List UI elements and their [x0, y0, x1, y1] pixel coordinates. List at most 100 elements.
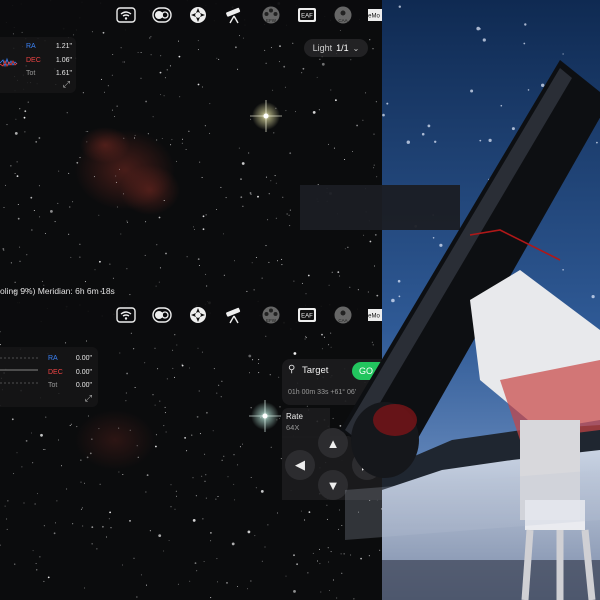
- star: [242, 205, 244, 207]
- star: [145, 491, 147, 493]
- star: [235, 46, 237, 49]
- star: [216, 392, 218, 394]
- star: [249, 192, 252, 194]
- star: [96, 548, 98, 550]
- ra-value: 1.21": [55, 43, 72, 50]
- expand-icon[interactable]: ⤢: [63, 79, 70, 90]
- star: [58, 439, 59, 441]
- star: [17, 217, 20, 220]
- star: [38, 185, 40, 187]
- star: [44, 449, 46, 450]
- star: [54, 221, 56, 223]
- star: [152, 394, 154, 396]
- wifi-icon[interactable]: [116, 5, 136, 25]
- star: [276, 419, 278, 421]
- efw-icon[interactable]: EFW: [261, 305, 281, 325]
- star: [122, 474, 124, 475]
- star: [209, 132, 211, 134]
- star: [98, 428, 100, 430]
- star: [264, 546, 266, 548]
- star: [171, 139, 173, 141]
- star: [80, 508, 82, 510]
- star: [155, 434, 157, 436]
- star: [234, 499, 236, 501]
- telescope-icon[interactable]: [224, 5, 244, 25]
- star: [254, 535, 256, 537]
- star: [181, 364, 184, 367]
- star: [156, 244, 158, 246]
- star: [255, 487, 257, 489]
- star: [91, 438, 93, 440]
- star: [6, 124, 8, 126]
- wifi-icon[interactable]: [116, 305, 136, 325]
- star: [163, 425, 165, 427]
- star: [10, 262, 12, 264]
- star: [145, 221, 147, 223]
- star: [40, 433, 43, 437]
- star: [265, 245, 267, 247]
- power-icon[interactable]: [152, 305, 172, 325]
- star: [221, 459, 223, 461]
- star: [149, 37, 151, 39]
- star: [196, 570, 198, 572]
- star: [42, 449, 44, 450]
- star: [264, 49, 266, 51]
- star: [199, 161, 201, 163]
- star: [73, 34, 75, 36]
- star: [76, 426, 78, 428]
- star: [72, 523, 74, 525]
- guide-graph-panel[interactable]: RA 1.21" DEC 1.06" Tot 1.61" ⤢: [0, 37, 76, 93]
- star: [240, 196, 243, 199]
- star: [270, 446, 272, 448]
- guide-graph-panel[interactable]: RA 0.00" DEC 0.00" Tot 0.00" ⤢: [0, 347, 98, 407]
- star: [197, 258, 200, 260]
- star: [261, 560, 263, 562]
- star: [286, 213, 288, 215]
- star: [109, 263, 111, 265]
- star: [109, 511, 111, 514]
- star: [210, 540, 212, 542]
- star: [250, 580, 252, 582]
- power-icon[interactable]: [152, 5, 172, 25]
- star: [36, 569, 38, 571]
- star: [206, 285, 208, 287]
- star: [210, 597, 212, 599]
- star: [156, 139, 158, 141]
- star: [275, 217, 277, 219]
- guide-icon[interactable]: [188, 305, 208, 325]
- star: [134, 134, 136, 136]
- star: [166, 378, 168, 380]
- star: [102, 31, 105, 34]
- star: [163, 550, 165, 552]
- star: [84, 587, 86, 589]
- star: [14, 563, 16, 565]
- dec-value: 1.06": [55, 57, 72, 64]
- star: [250, 118, 252, 120]
- star: [279, 418, 280, 419]
- star: [215, 498, 217, 500]
- efw-icon[interactable]: EFW: [261, 5, 281, 25]
- guide-icon[interactable]: [188, 5, 208, 25]
- star: [45, 416, 47, 418]
- star: [193, 229, 195, 230]
- expand-icon[interactable]: ⤢: [85, 393, 92, 404]
- star: [47, 576, 50, 579]
- star: [223, 455, 225, 457]
- star: [87, 131, 89, 132]
- star: [120, 47, 122, 49]
- tot-label: Tot: [26, 70, 36, 77]
- star: [25, 440, 28, 442]
- star: [246, 290, 248, 292]
- star: [261, 277, 263, 279]
- star: [182, 138, 183, 140]
- star: [221, 380, 223, 382]
- star: [26, 254, 28, 256]
- star: [118, 427, 120, 429]
- star: [57, 202, 59, 204]
- telescope-icon[interactable]: [224, 305, 244, 325]
- star: [124, 61, 125, 63]
- star: [66, 112, 68, 114]
- star: [270, 180, 272, 182]
- star: [16, 175, 19, 178]
- star: [275, 182, 277, 184]
